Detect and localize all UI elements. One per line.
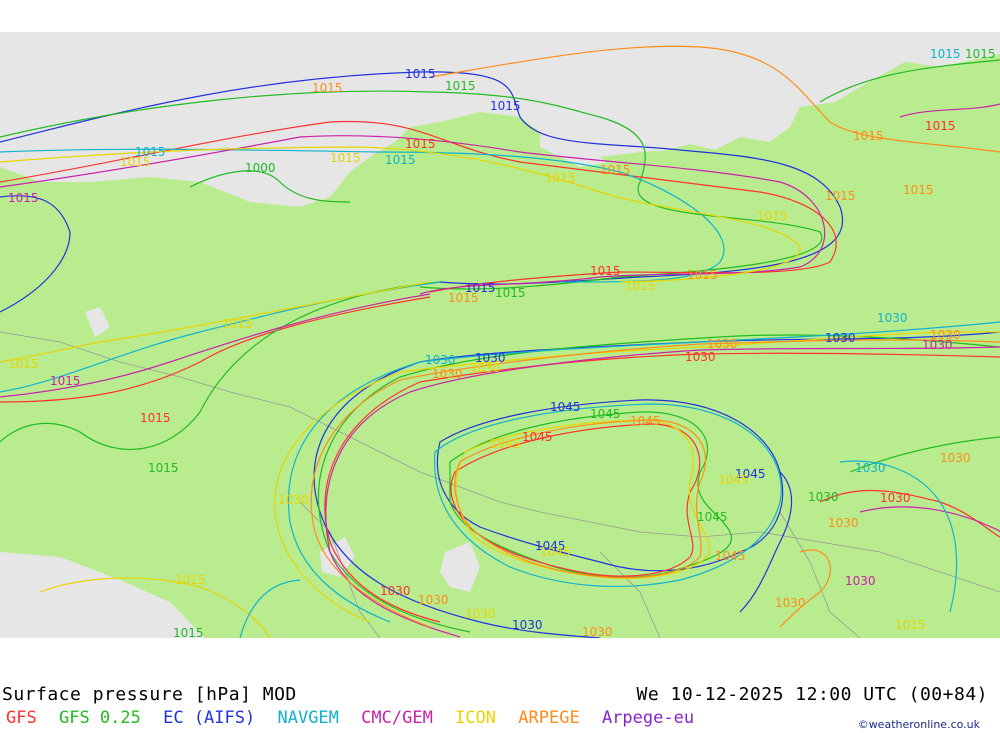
isobar-label: 1015 xyxy=(965,47,996,61)
legend-item-cmc-gem[interactable]: CMC/GEM xyxy=(361,708,433,728)
isobar-label: 1045 xyxy=(540,545,571,559)
legend-item-gfs[interactable]: GFS xyxy=(6,708,37,728)
isobar-label: 1045 xyxy=(715,549,746,563)
isobar-label: 1030 xyxy=(922,338,953,352)
credit-link[interactable]: ©weatheronline.co.uk xyxy=(858,718,980,731)
isobar-label: 1030 xyxy=(418,593,449,607)
isobar-label: 1015 xyxy=(600,163,631,177)
isobar-navgem-sw xyxy=(239,579,301,638)
isobar-label: 1045 xyxy=(718,473,749,487)
isobar-label: 1015 xyxy=(173,626,204,638)
isobar-label: 1015 xyxy=(8,357,39,371)
isobar-label: 1030 xyxy=(582,625,613,638)
isobar-ec-se xyxy=(739,471,793,613)
model-legend: GFS GFS 0.25 EC (AIFS) NAVGEM CMC/GEM IC… xyxy=(6,708,706,728)
isobar-label: 1015 xyxy=(903,183,934,197)
isobar-label: 1015 xyxy=(445,79,476,93)
isobar-label: 1015 xyxy=(930,47,961,61)
isobar-label: 1015 xyxy=(140,411,171,425)
valid-datetime: We 10-12-2025 12:00 UTC (00+84) xyxy=(636,684,988,705)
isobar-label: 1015 xyxy=(405,67,436,81)
isobar-label: 1045 xyxy=(697,510,728,524)
isobar-label: 1015 xyxy=(853,129,884,143)
isobar-label: 1015 xyxy=(895,618,926,632)
legend-item-ec-aifs[interactable]: EC (AIFS) xyxy=(163,708,255,728)
isobar-cmc-se xyxy=(859,506,1000,533)
isobar-label: 1030 xyxy=(707,337,738,351)
isobar-gfs-1045 xyxy=(450,423,701,577)
legend-item-arpege-eu[interactable]: Arpege-eu xyxy=(602,708,694,728)
caspian-sea xyxy=(440,542,480,592)
isobar-label: 1030 xyxy=(278,493,309,507)
isobar-label: 1030 xyxy=(880,491,911,505)
legend-item-icon[interactable]: ICON xyxy=(455,708,496,728)
isobar-label: 1015 xyxy=(405,137,436,151)
isobar-label: 1015 xyxy=(175,573,206,587)
isobar-label: 1030 xyxy=(825,331,856,345)
isobar-label: 1015 xyxy=(825,189,856,203)
isobar-label: 1015 xyxy=(757,209,788,223)
isobar-label: 1030 xyxy=(828,516,859,530)
isobar-label: 1015 xyxy=(330,151,361,165)
map-canvas: 1015 1015 1015 1015 1015 1015 1015 1015 … xyxy=(0,32,1000,638)
borders xyxy=(0,331,1000,638)
legend-item-arpege[interactable]: ARPEGE xyxy=(518,708,579,728)
isobar-label: 1030 xyxy=(845,574,876,588)
isobar-label: 1030 xyxy=(512,618,543,632)
isobar-label: 1015 xyxy=(8,191,39,205)
isobar-label: 1015 xyxy=(120,155,151,169)
isobar-label: 1045 xyxy=(590,407,621,421)
isobar-gfs-1030 xyxy=(324,352,1000,623)
isobar-label: 1015 xyxy=(50,374,81,388)
isobar-label: 1015 xyxy=(385,153,416,167)
isobar-label: 1030 xyxy=(380,584,411,598)
isobar-label: 1015 xyxy=(448,291,479,305)
isobar-gfs025-1030 xyxy=(317,334,1000,633)
isobar-label: 1015 xyxy=(312,81,343,95)
isobar-cmc-ne xyxy=(899,103,1000,118)
isobar-label: 1030 xyxy=(877,311,908,325)
isobar-label: 1045 xyxy=(522,430,553,444)
isobar-label: 1030 xyxy=(685,350,716,364)
isobar-label: 1015 xyxy=(925,119,956,133)
footer: Surface pressure [hPa] MOD We 10-12-2025… xyxy=(0,638,1000,733)
isobar-label: 1015 xyxy=(687,268,718,282)
isobar-label: 1030 xyxy=(855,461,886,475)
isobar-label: 1030 xyxy=(808,490,839,504)
isobar-label: 1030 xyxy=(775,596,806,610)
isobar-label: 1015 xyxy=(148,461,179,475)
isobar-navgem-se xyxy=(839,460,958,613)
isobar-ec-1030 xyxy=(313,331,1000,638)
isobar-label: 1030 xyxy=(432,367,463,381)
isobar-label: 1015 xyxy=(590,264,621,278)
top-strip xyxy=(0,0,1000,32)
isobar-label: 1045 xyxy=(490,437,521,451)
isobar-ec-west xyxy=(0,195,71,313)
isobar-label: 1030 xyxy=(465,607,496,621)
chart-title: Surface pressure [hPa] MOD xyxy=(2,684,297,705)
isobar-label: 1045 xyxy=(630,414,661,428)
lake-baikal xyxy=(85,307,110,337)
isobar-label: 1030 xyxy=(470,361,501,375)
isobar-label: 1015 xyxy=(495,286,526,300)
isobar-label: 1015 xyxy=(490,99,521,113)
legend-item-navgem[interactable]: NAVGEM xyxy=(277,708,338,728)
isobar-label: 1015 xyxy=(545,171,576,185)
arctic-sea xyxy=(0,32,1000,207)
isobar-label: 1015 xyxy=(222,317,253,331)
isobar-label: 1000 xyxy=(245,161,276,175)
legend-item-gfs025[interactable]: GFS 0.25 xyxy=(59,708,141,728)
isobar-label: 1030 xyxy=(425,353,456,367)
isobar-label: 1015 xyxy=(625,279,656,293)
isobar-label: 1030 xyxy=(940,451,971,465)
isobar-label: 1045 xyxy=(550,400,581,414)
isobar-icon-west xyxy=(0,281,431,363)
isobar-arpege-se xyxy=(779,549,831,628)
pressure-map[interactable]: 1015 1015 1015 1015 1015 1015 1015 1015 … xyxy=(0,32,1000,638)
